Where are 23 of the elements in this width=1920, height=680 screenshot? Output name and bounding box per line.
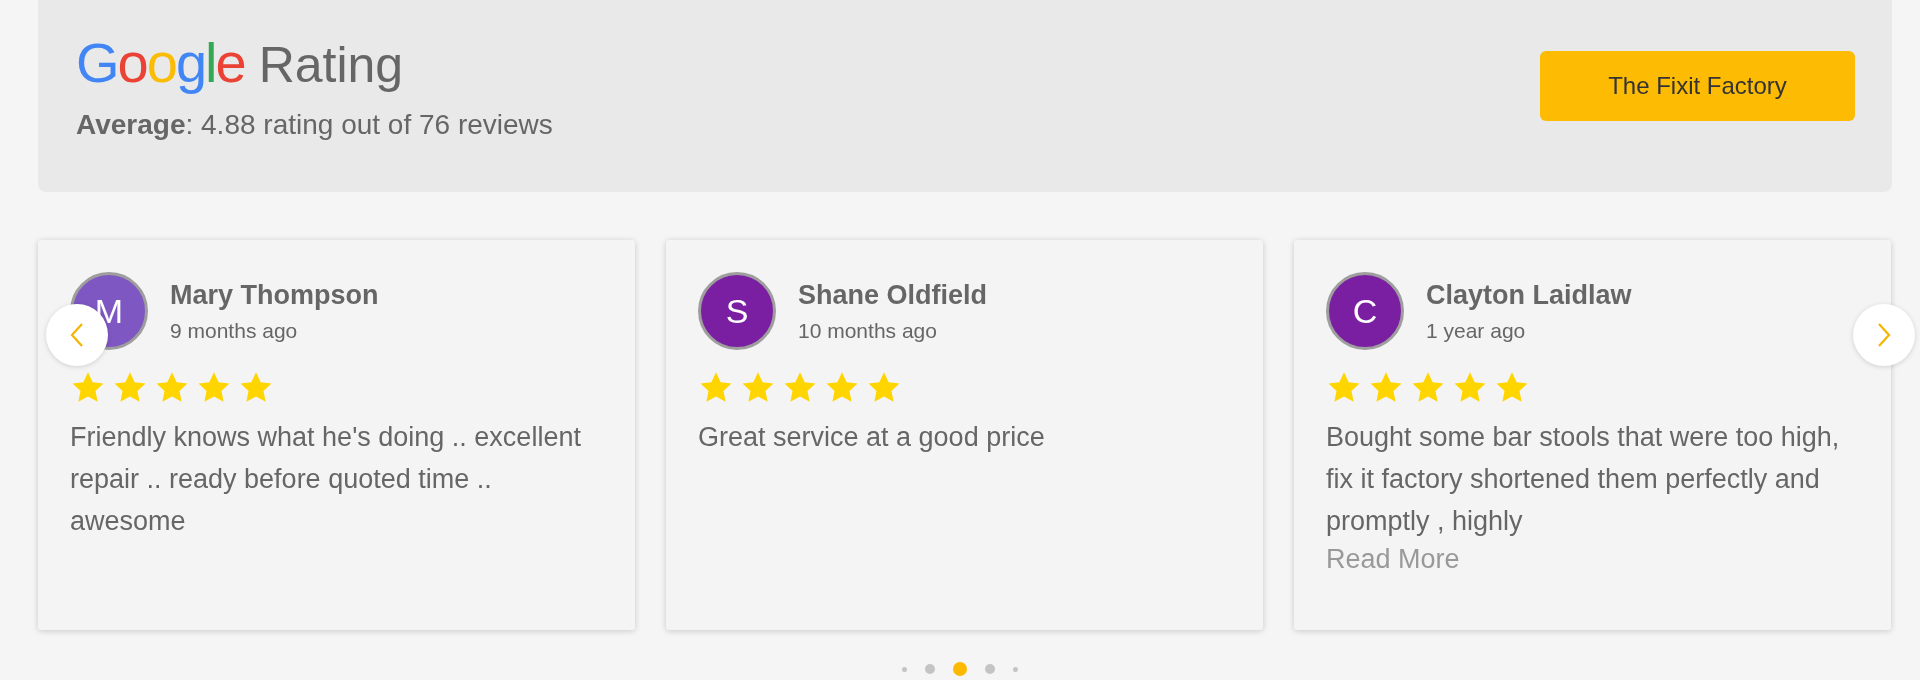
next-button[interactable] — [1853, 304, 1915, 366]
rating-title: Rating — [258, 36, 404, 94]
avatar: S — [698, 272, 776, 350]
page-dot[interactable] — [985, 664, 995, 674]
avatar: C — [1326, 272, 1404, 350]
review-text: Friendly knows what he's doing .. excellent repair .. ready before quoted time .. awesome — [70, 421, 582, 538]
page-dot[interactable] — [902, 666, 907, 672]
reviewer-name: Shane Oldfield — [798, 279, 988, 311]
reviewer-name: Mary Thompson — [170, 279, 379, 311]
chevron-left-icon — [70, 322, 84, 348]
reviewer-name: Clayton Laidlaw — [1426, 279, 1632, 311]
review-text: Bought some bar stools that were too high, fix it factory shortened them perfectly and promptly , highly — [1326, 421, 1841, 538]
page-dot[interactable] — [953, 662, 967, 676]
business-button[interactable]: The Fixit Factory — [1540, 51, 1855, 121]
chevron-right-icon — [1877, 322, 1891, 348]
page-dot[interactable] — [925, 664, 935, 674]
review-time: 9 months ago — [170, 318, 299, 343]
review-text: Great service at a good price — [698, 421, 1046, 454]
review-time: 10 months ago — [798, 318, 938, 343]
review-time: 1 year ago — [1426, 318, 1527, 343]
google-logo: Google — [76, 30, 245, 95]
page-dot[interactable] — [1013, 666, 1018, 672]
average-summary: Average: 4.88 rating out of 76 reviews — [76, 109, 553, 141]
